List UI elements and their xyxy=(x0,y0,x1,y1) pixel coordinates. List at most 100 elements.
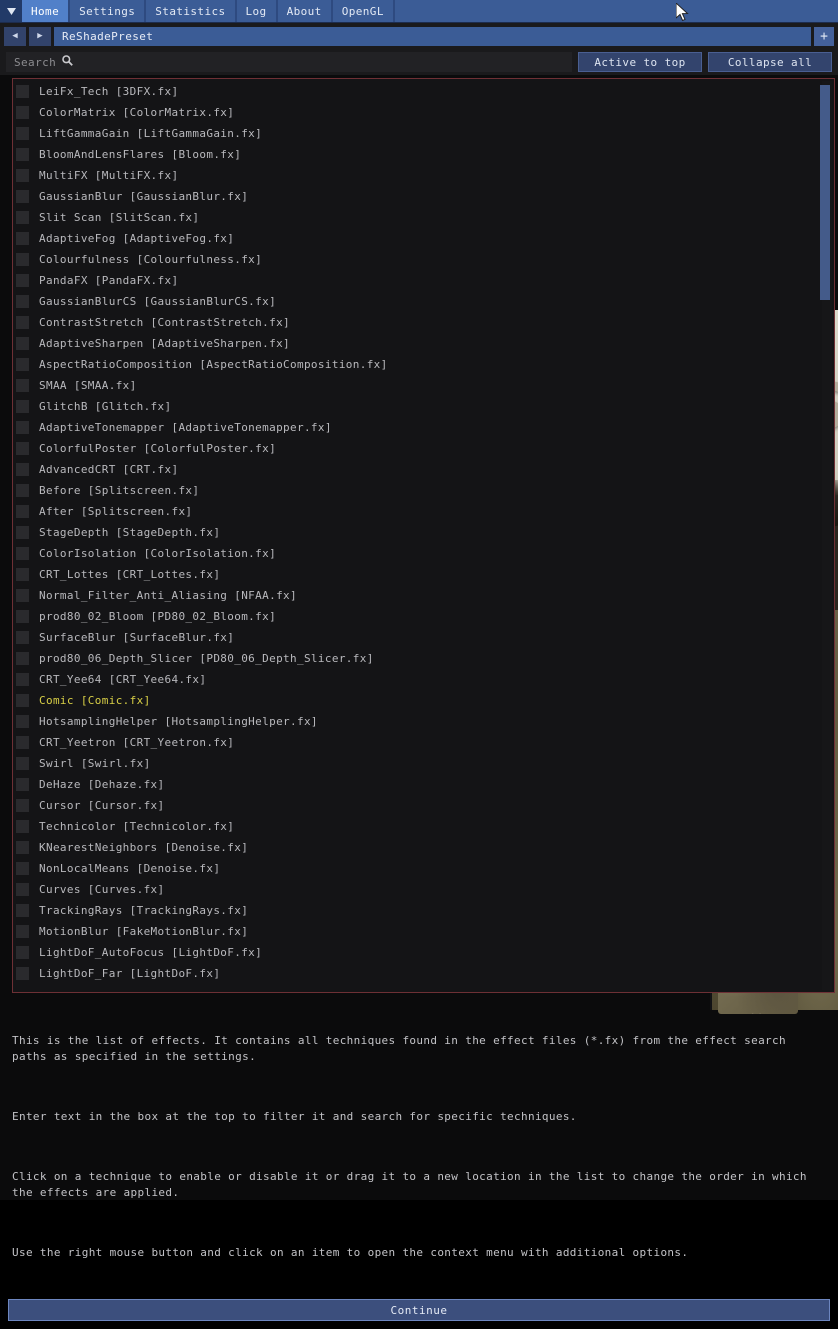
effect-row[interactable]: GaussianBlurCS [GaussianBlurCS.fx] xyxy=(13,291,820,312)
effect-row[interactable]: DeHaze [Dehaze.fx] xyxy=(13,774,820,795)
effect-row[interactable]: LeiFx_Tech [3DFX.fx] xyxy=(13,81,820,102)
tab-about[interactable]: About xyxy=(277,0,331,22)
effect-enable-checkbox[interactable] xyxy=(16,484,29,497)
effect-row[interactable]: HotsamplingHelper [HotsamplingHelper.fx] xyxy=(13,711,820,732)
add-preset-button[interactable]: + xyxy=(814,26,834,46)
effect-row[interactable]: CRT_Yee64 [CRT_Yee64.fx] xyxy=(13,669,820,690)
effect-row[interactable]: ColorMatrix [ColorMatrix.fx] xyxy=(13,102,820,123)
effect-row[interactable]: NonLocalMeans [Denoise.fx] xyxy=(13,858,820,879)
effect-row[interactable]: PandaFX [PandaFX.fx] xyxy=(13,270,820,291)
preset-prev-button[interactable]: ◀ xyxy=(4,26,26,46)
active-to-top-button[interactable]: Active to top xyxy=(578,52,702,72)
effect-row[interactable]: Curves [Curves.fx] xyxy=(13,879,820,900)
effect-enable-checkbox[interactable] xyxy=(16,547,29,560)
effect-row[interactable]: CRT_Lottes [CRT_Lottes.fx] xyxy=(13,564,820,585)
effect-enable-checkbox[interactable] xyxy=(16,211,29,224)
effect-row[interactable]: KNearestNeighbors [Denoise.fx] xyxy=(13,837,820,858)
effect-row[interactable]: CRT_Yeetron [CRT_Yeetron.fx] xyxy=(13,732,820,753)
effect-row[interactable]: GaussianBlur [GaussianBlur.fx] xyxy=(13,186,820,207)
effect-enable-checkbox[interactable] xyxy=(16,715,29,728)
effect-row[interactable]: Colourfulness [Colourfulness.fx] xyxy=(13,249,820,270)
tab-opengl[interactable]: OpenGL xyxy=(332,0,393,22)
effect-enable-checkbox[interactable] xyxy=(16,190,29,203)
effect-row[interactable]: MultiFX [MultiFX.fx] xyxy=(13,165,820,186)
tab-statistics[interactable]: Statistics xyxy=(146,0,235,22)
effect-enable-checkbox[interactable] xyxy=(16,106,29,119)
effect-row[interactable]: GlitchB [Glitch.fx] xyxy=(13,396,820,417)
effect-enable-checkbox[interactable] xyxy=(16,862,29,875)
tab-home[interactable]: Home xyxy=(22,0,69,22)
effect-enable-checkbox[interactable] xyxy=(16,316,29,329)
effect-enable-checkbox[interactable] xyxy=(16,736,29,749)
effect-enable-checkbox[interactable] xyxy=(16,127,29,140)
effect-enable-checkbox[interactable] xyxy=(16,232,29,245)
effect-row[interactable]: StageDepth [StageDepth.fx] xyxy=(13,522,820,543)
effect-enable-checkbox[interactable] xyxy=(16,568,29,581)
effect-row[interactable]: After [Splitscreen.fx] xyxy=(13,501,820,522)
effect-enable-checkbox[interactable] xyxy=(16,883,29,896)
chevron-down-icon[interactable] xyxy=(0,0,22,22)
effect-row[interactable]: prod80_06_Depth_Slicer [PD80_06_Depth_Sl… xyxy=(13,648,820,669)
effect-row[interactable]: AdaptiveSharpen [AdaptiveSharpen.fx] xyxy=(13,333,820,354)
effect-enable-checkbox[interactable] xyxy=(16,631,29,644)
effect-enable-checkbox[interactable] xyxy=(16,652,29,665)
effect-enable-checkbox[interactable] xyxy=(16,148,29,161)
effect-row[interactable]: Cursor [Cursor.fx] xyxy=(13,795,820,816)
effect-enable-checkbox[interactable] xyxy=(16,358,29,371)
effect-enable-checkbox[interactable] xyxy=(16,610,29,623)
effect-enable-checkbox[interactable] xyxy=(16,694,29,707)
effect-row[interactable]: Before [Splitscreen.fx] xyxy=(13,480,820,501)
effect-row[interactable]: ContrastStretch [ContrastStretch.fx] xyxy=(13,312,820,333)
effect-enable-checkbox[interactable] xyxy=(16,841,29,854)
effect-list-scrollbar-thumb[interactable] xyxy=(820,85,830,300)
effect-enable-checkbox[interactable] xyxy=(16,253,29,266)
effect-row[interactable]: ColorIsolation [ColorIsolation.fx] xyxy=(13,543,820,564)
effect-enable-checkbox[interactable] xyxy=(16,505,29,518)
continue-button[interactable]: Continue xyxy=(8,1299,830,1321)
effect-row[interactable]: Swirl [Swirl.fx] xyxy=(13,753,820,774)
effect-enable-checkbox[interactable] xyxy=(16,967,29,980)
effect-enable-checkbox[interactable] xyxy=(16,442,29,455)
effect-enable-checkbox[interactable] xyxy=(16,778,29,791)
effect-row[interactable]: AdvancedCRT [CRT.fx] xyxy=(13,459,820,480)
effect-enable-checkbox[interactable] xyxy=(16,400,29,413)
effect-enable-checkbox[interactable] xyxy=(16,589,29,602)
effect-row[interactable]: ColorfulPoster [ColorfulPoster.fx] xyxy=(13,438,820,459)
effect-row[interactable]: LiftGammaGain [LiftGammaGain.fx] xyxy=(13,123,820,144)
effect-row[interactable]: Normal_Filter_Anti_Aliasing [NFAA.fx] xyxy=(13,585,820,606)
effect-enable-checkbox[interactable] xyxy=(16,463,29,476)
collapse-all-button[interactable]: Collapse all xyxy=(708,52,832,72)
preset-next-button[interactable]: ▶ xyxy=(29,26,51,46)
effect-enable-checkbox[interactable] xyxy=(16,799,29,812)
effect-row[interactable]: AdaptiveTonemapper [AdaptiveTonemapper.f… xyxy=(13,417,820,438)
effect-row[interactable]: Slit Scan [SlitScan.fx] xyxy=(13,207,820,228)
effect-enable-checkbox[interactable] xyxy=(16,526,29,539)
effect-row[interactable]: MotionBlur [FakeMotionBlur.fx] xyxy=(13,921,820,942)
effect-list[interactable]: LeiFx_Tech [3DFX.fx] ColorMatrix [ColorMa… xyxy=(13,81,820,992)
effect-enable-checkbox[interactable] xyxy=(16,820,29,833)
effect-row[interactable]: SurfaceBlur [SurfaceBlur.fx] xyxy=(13,627,820,648)
effect-enable-checkbox[interactable] xyxy=(16,925,29,938)
tab-settings[interactable]: Settings xyxy=(70,0,145,22)
effect-enable-checkbox[interactable] xyxy=(16,337,29,350)
effect-row[interactable]: LightDoF_Far [LightDoF.fx] xyxy=(13,963,820,984)
effect-enable-checkbox[interactable] xyxy=(16,421,29,434)
effect-row[interactable]: AdaptiveFog [AdaptiveFog.fx] xyxy=(13,228,820,249)
effect-row[interactable]: SMAA [SMAA.fx] xyxy=(13,375,820,396)
effect-row[interactable]: TrackingRays [TrackingRays.fx] xyxy=(13,900,820,921)
effect-row[interactable]: AspectRatioComposition [AspectRatioCompo… xyxy=(13,354,820,375)
effect-row[interactable]: Technicolor [Technicolor.fx] xyxy=(13,816,820,837)
effect-enable-checkbox[interactable] xyxy=(16,379,29,392)
tab-log[interactable]: Log xyxy=(236,0,276,22)
effect-enable-checkbox[interactable] xyxy=(16,673,29,686)
effect-enable-checkbox[interactable] xyxy=(16,85,29,98)
effect-row[interactable]: BloomAndLensFlares [Bloom.fx] xyxy=(13,144,820,165)
search-input[interactable]: Search xyxy=(6,52,572,72)
effect-enable-checkbox[interactable] xyxy=(16,757,29,770)
effect-row[interactable]: LightDoF_AutoFocus [LightDoF.fx] xyxy=(13,942,820,963)
effect-row[interactable]: prod80_02_Bloom [PD80_02_Bloom.fx] xyxy=(13,606,820,627)
effect-enable-checkbox[interactable] xyxy=(16,274,29,287)
effect-enable-checkbox[interactable] xyxy=(16,904,29,917)
effect-row[interactable]: Comic [Comic.fx] xyxy=(13,690,820,711)
effect-enable-checkbox[interactable] xyxy=(16,295,29,308)
